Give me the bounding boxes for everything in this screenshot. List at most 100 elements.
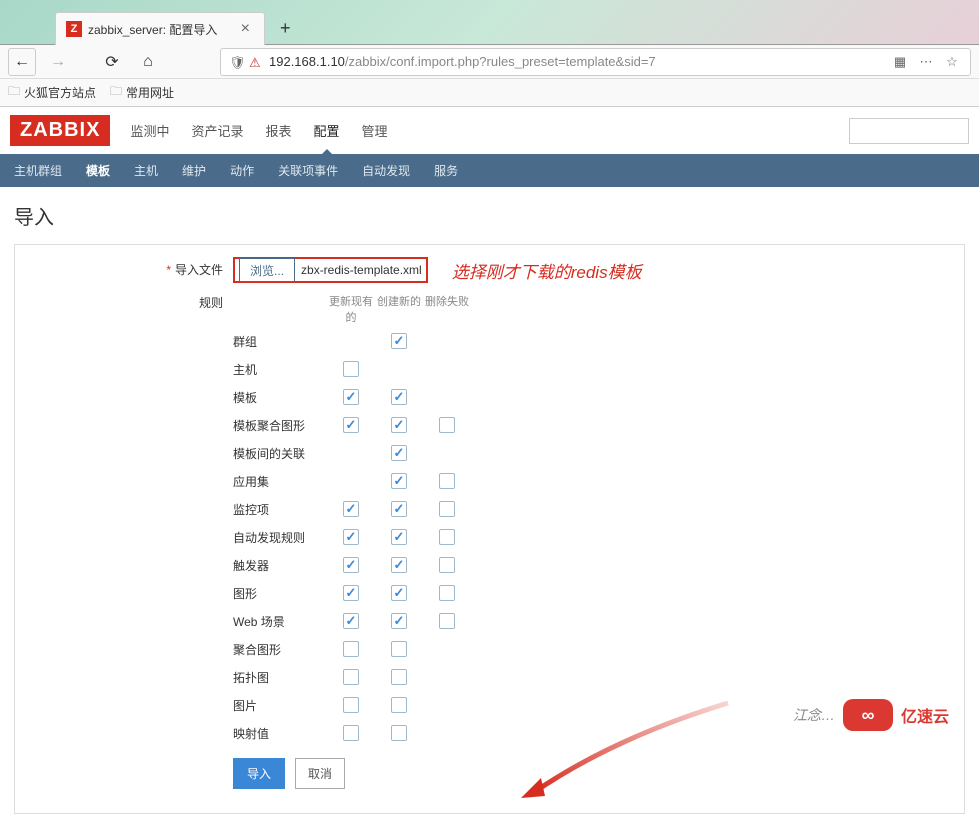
selected-file-name: zbx-redis-template.xml: [301, 263, 422, 277]
browser-toolbar: ← → ⟳ ⌂ 🛡 ⚠ 192.168.1.10/zabbix/conf.imp…: [0, 45, 979, 79]
sub-menu-item[interactable]: 动作: [228, 154, 256, 187]
rule-checkbox[interactable]: [391, 333, 407, 349]
rule-checkbox[interactable]: [343, 585, 359, 601]
tab-favicon: Z: [66, 21, 82, 37]
url-text: 192.168.1.10/zabbix/conf.import.php?rule…: [269, 54, 884, 69]
bookmark-item[interactable]: 🗀 火狐官方站点: [8, 82, 96, 103]
browse-button[interactable]: 浏览...: [239, 258, 295, 282]
reader-icon[interactable]: ▦: [890, 52, 910, 72]
col-header-delete: 删除失败: [423, 293, 471, 325]
rule-checkbox[interactable]: [391, 557, 407, 573]
rule-checkbox[interactable]: [439, 585, 455, 601]
rule-checkbox[interactable]: [391, 613, 407, 629]
top-menu-item[interactable]: 报表: [263, 115, 293, 146]
top-menu-item[interactable]: 资产记录: [189, 115, 245, 146]
rule-name: 拓扑图: [233, 669, 327, 686]
rule-name: 自动发现规则: [233, 529, 327, 546]
browser-tab-bar: Z zabbix_server: 配置导入 × +: [0, 0, 979, 45]
rule-checkbox[interactable]: [391, 669, 407, 685]
shield-icon: 🛡: [229, 55, 243, 69]
new-tab-button[interactable]: +: [280, 18, 291, 39]
top-menu-item[interactable]: 监测中: [128, 115, 171, 146]
sub-menu-item[interactable]: 自动发现: [360, 154, 412, 187]
more-icon[interactable]: ⋯: [916, 52, 936, 72]
folder-icon: 🗀: [110, 82, 122, 103]
home-button[interactable]: ⌂: [134, 48, 162, 76]
rule-name: 图片: [233, 697, 327, 714]
rule-checkbox[interactable]: [391, 697, 407, 713]
rule-checkbox[interactable]: [439, 501, 455, 517]
page-title: 导入: [0, 187, 979, 244]
tab-title: zabbix_server: 配置导入: [88, 21, 237, 38]
rule-checkbox[interactable]: [439, 473, 455, 489]
rule-checkbox[interactable]: [343, 641, 359, 657]
close-tab-icon[interactable]: ×: [237, 20, 254, 38]
top-menu-item[interactable]: 管理: [360, 115, 390, 146]
rule-name: 触发器: [233, 557, 327, 574]
browser-tab[interactable]: Z zabbix_server: 配置导入 ×: [55, 12, 265, 45]
bookmark-label: 常用网址: [126, 84, 174, 101]
rule-checkbox[interactable]: [439, 529, 455, 545]
rule-checkbox[interactable]: [439, 417, 455, 433]
zabbix-header: ZABBIX 监测中资产记录报表配置管理: [0, 107, 979, 146]
rule-name: 应用集: [233, 473, 327, 490]
forward-button[interactable]: →: [44, 48, 72, 76]
bookmark-item[interactable]: 🗀 常用网址: [110, 82, 174, 103]
sub-menu-item[interactable]: 服务: [432, 154, 460, 187]
watermark-text: 江念…: [793, 705, 835, 725]
col-header-update: 更新现有的: [327, 293, 375, 325]
watermark-logo-icon: ∞: [843, 699, 893, 731]
import-file-label: 导入文件: [175, 263, 223, 277]
rule-name: 聚合图形: [233, 641, 327, 658]
sub-menu-item[interactable]: 主机群组: [12, 154, 64, 187]
rule-name: 模板: [233, 389, 327, 406]
rule-name: 模板间的关联: [233, 445, 327, 462]
import-button[interactable]: 导入: [233, 758, 285, 789]
rule-checkbox[interactable]: [343, 697, 359, 713]
back-button[interactable]: ←: [8, 48, 36, 76]
rules-label: 规则: [65, 293, 233, 325]
cancel-button[interactable]: 取消: [295, 758, 345, 789]
rule-name: 主机: [233, 361, 327, 378]
rule-checkbox[interactable]: [439, 557, 455, 573]
rule-checkbox[interactable]: [439, 613, 455, 629]
rule-checkbox[interactable]: [343, 389, 359, 405]
zabbix-logo[interactable]: ZABBIX: [10, 115, 110, 146]
top-menu-item[interactable]: 配置: [312, 115, 342, 146]
rule-name: 模板聚合图形: [233, 417, 327, 434]
sub-menu: 主机群组模板主机维护动作关联项事件自动发现服务: [0, 154, 979, 187]
watermark: 江念… ∞ 亿速云: [749, 695, 949, 735]
rule-checkbox[interactable]: [391, 501, 407, 517]
rule-checkbox[interactable]: [343, 557, 359, 573]
rule-name: 图形: [233, 585, 327, 602]
bookmark-bar: 🗀 火狐官方站点 🗀 常用网址: [0, 79, 979, 107]
sub-menu-item[interactable]: 关联项事件: [276, 154, 340, 187]
rule-checkbox[interactable]: [391, 585, 407, 601]
rule-checkbox[interactable]: [391, 417, 407, 433]
rule-checkbox[interactable]: [343, 613, 359, 629]
file-highlight: 浏览... zbx-redis-template.xml: [233, 257, 428, 283]
sub-menu-item[interactable]: 主机: [132, 154, 160, 187]
reload-button[interactable]: ⟳: [98, 48, 126, 76]
annotation-text: 选择刚才下载的redis模板: [452, 258, 642, 283]
sub-menu-item[interactable]: 维护: [180, 154, 208, 187]
rule-name: Web 场景: [233, 613, 327, 630]
folder-icon: 🗀: [8, 82, 20, 103]
col-header-create: 创建新的: [375, 293, 423, 325]
rule-checkbox[interactable]: [343, 417, 359, 433]
rule-checkbox[interactable]: [391, 473, 407, 489]
bookmark-label: 火狐官方站点: [24, 84, 96, 101]
bookmark-star-icon[interactable]: ☆: [942, 52, 962, 72]
rule-checkbox[interactable]: [343, 529, 359, 545]
rule-checkbox[interactable]: [343, 669, 359, 685]
rule-checkbox[interactable]: [391, 445, 407, 461]
address-bar[interactable]: 🛡 ⚠ 192.168.1.10/zabbix/conf.import.php?…: [220, 48, 971, 76]
rule-checkbox[interactable]: [391, 641, 407, 657]
rule-checkbox[interactable]: [391, 389, 407, 405]
insecure-lock-icon: ⚠: [249, 55, 263, 69]
rule-checkbox[interactable]: [343, 361, 359, 377]
rule-checkbox[interactable]: [343, 501, 359, 517]
rule-checkbox[interactable]: [391, 529, 407, 545]
search-input[interactable]: [849, 118, 969, 144]
sub-menu-item[interactable]: 模板: [84, 154, 112, 187]
